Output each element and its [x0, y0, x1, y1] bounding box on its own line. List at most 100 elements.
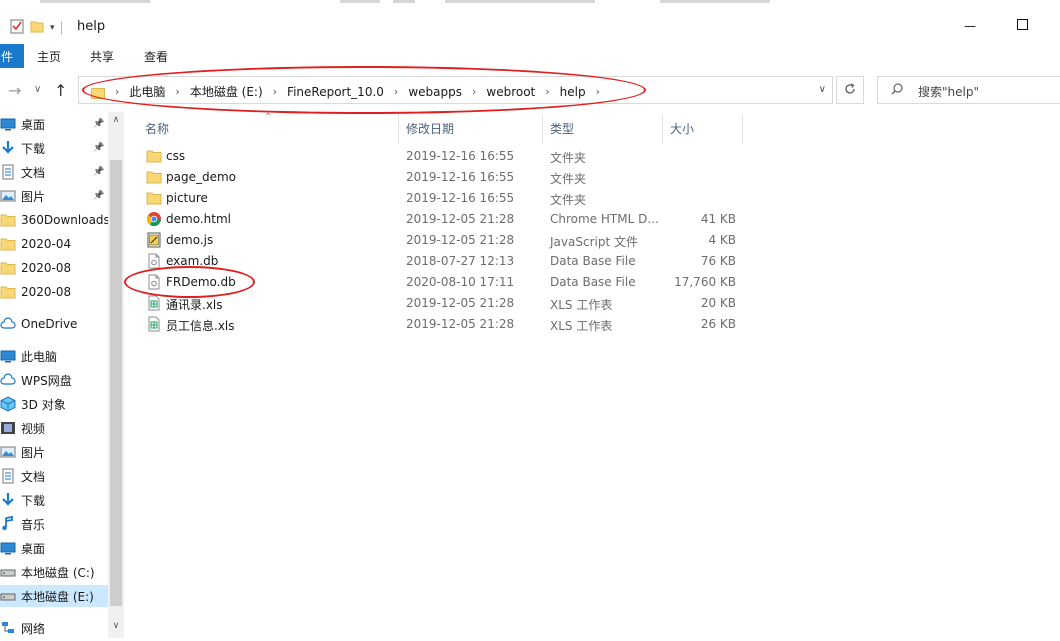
- breadcrumb-finereport[interactable]: FineReport_10.0: [287, 85, 384, 99]
- cloud-icon: [0, 316, 16, 332]
- search-input[interactable]: 搜索"help": [918, 83, 979, 100]
- new-folder-icon[interactable]: [30, 18, 44, 37]
- sidebar-item[interactable]: 本地磁盘 (C:): [0, 561, 108, 583]
- tab-home[interactable]: 主页: [37, 48, 61, 65]
- db-file-icon: [146, 274, 162, 290]
- taskbar-strip: [393, 0, 415, 3]
- breadcrumb-webapps[interactable]: webapps: [408, 85, 462, 99]
- sidebar-item[interactable]: 文档 📌: [0, 161, 108, 183]
- breadcrumb-separator[interactable]: ›: [273, 85, 277, 98]
- file-row[interactable]: picture 2019-12-16 16:55 文件夹: [142, 188, 742, 209]
- picture-icon: [0, 188, 16, 204]
- file-row[interactable]: page_demo 2019-12-16 16:55 文件夹: [142, 167, 742, 188]
- file-name: page_demo: [166, 170, 237, 184]
- tab-share[interactable]: 共享: [90, 48, 114, 65]
- sidebar-item[interactable]: OneDrive: [0, 313, 108, 335]
- folder-icon: [0, 284, 16, 300]
- db-file-icon: [146, 253, 162, 269]
- document-icon: [0, 468, 16, 484]
- sidebar-item[interactable]: 桌面: [0, 537, 108, 559]
- file-name: picture: [166, 191, 208, 205]
- drive-icon: [0, 588, 16, 604]
- column-divider[interactable]: [542, 114, 543, 144]
- sidebar-item-label: 桌面: [21, 117, 46, 132]
- refresh-button[interactable]: [836, 76, 864, 104]
- breadcrumb-separator[interactable]: ›: [545, 85, 549, 98]
- tab-file[interactable]: 件: [0, 44, 24, 68]
- scrollbar-thumb[interactable]: [110, 160, 122, 606]
- column-header-type[interactable]: 类型: [550, 120, 574, 137]
- chrome-icon: [146, 211, 162, 227]
- file-row[interactable]: exam.db 2018-07-27 12:13 Data Base File 76 …: [142, 251, 742, 272]
- sidebar-item-label: 本地磁盘 (E:): [21, 589, 94, 604]
- file-row[interactable]: 员工信息.xls 2019-12-05 21:28 XLS 工作表 26 KB: [142, 314, 742, 335]
- sidebar-item[interactable]: 文档: [0, 465, 108, 487]
- file-date: 2019-12-16 16:55: [406, 191, 515, 205]
- column-divider[interactable]: [742, 114, 743, 144]
- sidebar-item[interactable]: 2020-08: [0, 281, 108, 303]
- sidebar-item[interactable]: 2020-04: [0, 233, 108, 255]
- scroll-down-chevron-icon[interactable]: ∨: [108, 618, 124, 634]
- folder-icon: [0, 236, 16, 252]
- column-divider[interactable]: [662, 114, 663, 144]
- sidebar-item[interactable]: 网络: [0, 617, 108, 639]
- address-dropdown-chevron-icon[interactable]: ∨: [819, 84, 826, 95]
- sidebar-item[interactable]: 图片: [0, 441, 108, 463]
- file-row[interactable]: 通讯录.xls 2019-12-05 21:28 XLS 工作表 20 KB: [142, 293, 742, 314]
- sidebar-item[interactable]: 图片 📌: [0, 185, 108, 207]
- search-box[interactable]: 搜索"help": [877, 76, 1060, 104]
- sidebar-item-label: 网络: [21, 621, 46, 636]
- document-icon: [0, 164, 16, 180]
- sidebar-item[interactable]: 此电脑: [0, 345, 108, 367]
- file-type: 文件夹: [550, 151, 587, 165]
- minimize-button[interactable]: —: [955, 12, 985, 40]
- file-date: 2019-12-16 16:55: [406, 149, 515, 163]
- sidebar-item[interactable]: 360Downloads: [0, 209, 110, 231]
- file-row[interactable]: demo.js 2019-12-05 21:28 JavaScript 文件 4 KB: [142, 230, 742, 251]
- sidebar-item[interactable]: 音乐: [0, 513, 108, 535]
- maximize-button[interactable]: [1007, 12, 1037, 40]
- sidebar-item[interactable]: 桌面 📌: [0, 113, 108, 135]
- breadcrumb-webroot[interactable]: webroot: [486, 85, 535, 99]
- file-row[interactable]: demo.html 2019-12-05 21:28 Chrome HTML D..…: [142, 209, 742, 230]
- folder-icon: [146, 190, 162, 206]
- up-arrow-icon[interactable]: ↑: [54, 81, 67, 100]
- recent-locations-chevron-icon[interactable]: ∨: [34, 84, 41, 95]
- file-name: 员工信息.xls: [166, 319, 235, 333]
- sidebar-item-label: 3D 对象: [21, 397, 66, 412]
- file-row[interactable]: css 2019-12-16 16:55 文件夹: [142, 146, 742, 167]
- sidebar-item-label: 文档: [21, 469, 46, 484]
- forward-arrow-icon[interactable]: →: [8, 81, 21, 100]
- sidebar-scrollbar[interactable]: ∧ ∨: [108, 112, 124, 638]
- sidebar-item[interactable]: 下载 📌: [0, 137, 108, 159]
- chevron-down-icon[interactable]: ▾: [50, 23, 55, 33]
- breadcrumb-separator[interactable]: ›: [596, 85, 600, 98]
- breadcrumb-separator[interactable]: ›: [394, 85, 398, 98]
- breadcrumb-separator[interactable]: ›: [472, 85, 476, 98]
- file-type: JavaScript 文件: [550, 235, 638, 249]
- breadcrumb: › 此电脑 › 本地磁盘 (E:) › FineReport_10.0 › we…: [91, 83, 600, 100]
- column-divider[interactable]: [398, 114, 399, 144]
- sidebar-item[interactable]: 2020-08: [0, 257, 108, 279]
- address-bar[interactable]: › 此电脑 › 本地磁盘 (E:) › FineReport_10.0 › we…: [78, 76, 833, 104]
- column-header-name[interactable]: 名称: [145, 120, 169, 137]
- column-header-size[interactable]: 大小: [670, 120, 694, 137]
- sidebar-item[interactable]: 本地磁盘 (E:): [0, 585, 108, 607]
- sidebar-item[interactable]: WPS网盘: [0, 369, 108, 391]
- breadcrumb-separator[interactable]: ›: [175, 85, 179, 98]
- sidebar-item-label: WPS网盘: [21, 373, 72, 388]
- tab-view[interactable]: 查看: [144, 48, 168, 65]
- sidebar-item[interactable]: 视频: [0, 417, 108, 439]
- sidebar-item[interactable]: 3D 对象: [0, 393, 108, 415]
- scroll-up-chevron-icon[interactable]: ∧: [108, 112, 124, 128]
- properties-icon[interactable]: [10, 18, 24, 37]
- pin-icon: 📌: [93, 119, 105, 129]
- sidebar-item[interactable]: 下载: [0, 489, 108, 511]
- computer-icon: [0, 348, 16, 364]
- breadcrumb-local-disk-e[interactable]: 本地磁盘 (E:): [190, 83, 263, 100]
- column-header-date[interactable]: 修改日期: [406, 120, 454, 137]
- pin-icon: 📌: [93, 143, 105, 153]
- file-row[interactable]: FRDemo.db 2020-08-10 17:11 Data Base File 1…: [142, 272, 742, 293]
- breadcrumb-help[interactable]: help: [560, 85, 586, 99]
- breadcrumb-this-pc[interactable]: 此电脑: [129, 83, 165, 100]
